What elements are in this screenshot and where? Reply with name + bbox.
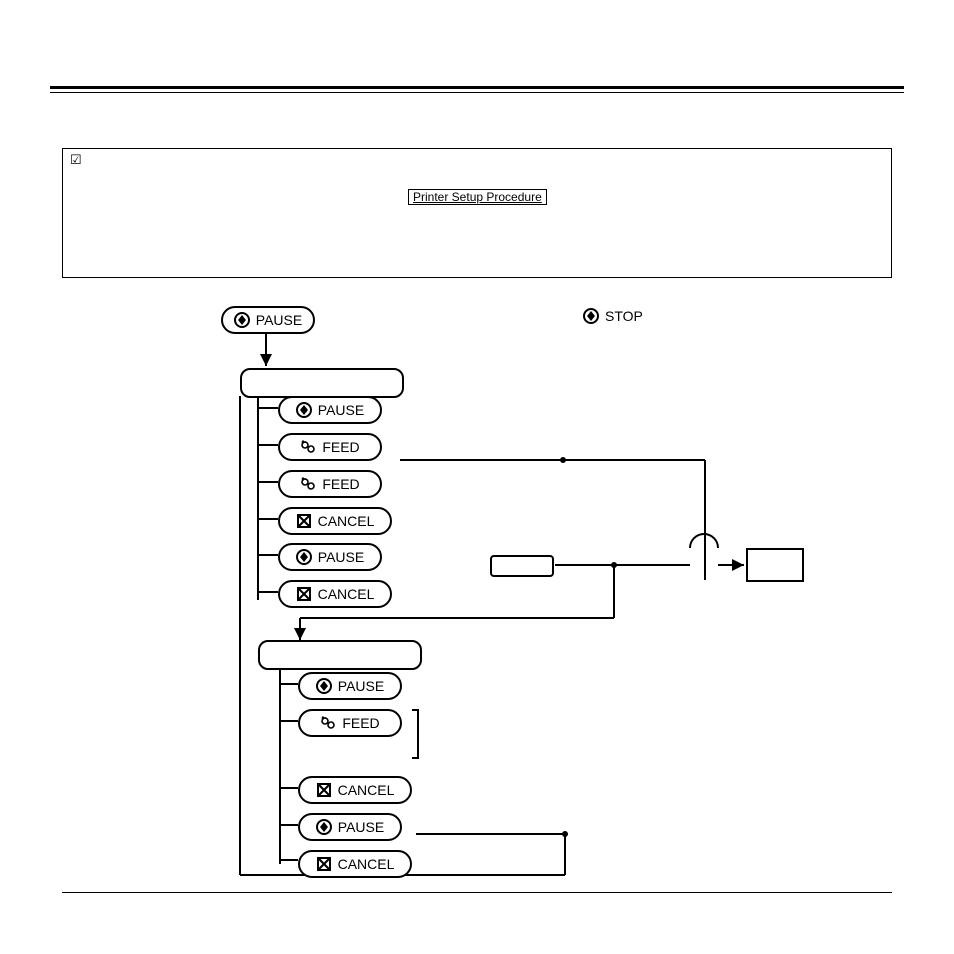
button-label: CANCEL [338,856,395,872]
group1-feed-2[interactable]: FEED [278,470,382,498]
cancel-icon [296,513,312,529]
group2-pause-1[interactable]: PAUSE [298,672,402,700]
button-label: FEED [342,715,379,731]
stop-text: STOP [605,308,643,324]
cancel-icon [316,782,332,798]
button-label: FEED [322,476,359,492]
pause-icon [296,549,312,565]
cancel-icon [316,856,332,872]
stop-icon [583,308,599,324]
pause-button-top[interactable]: PAUSE [221,306,315,334]
connector-lines [0,0,954,954]
bottom-rule [62,892,892,893]
button-label: CANCEL [318,513,375,529]
pause-icon [316,819,332,835]
group2-cancel-1[interactable]: CANCEL [298,776,412,804]
button-label: FEED [322,439,359,455]
pause-icon [234,312,250,328]
button-label: PAUSE [338,819,384,835]
printer-setup-label: Printer Setup Procedure [408,189,547,205]
feed-icon [320,715,336,731]
group1-cancel-1[interactable]: CANCEL [278,507,392,535]
top-rule-thick [50,86,904,89]
button-label: PAUSE [318,402,364,418]
group2-pause-2[interactable]: PAUSE [298,813,402,841]
top-rule-thin [50,92,904,93]
group1-pause-1[interactable]: PAUSE [278,396,382,424]
button-label: CANCEL [318,586,375,602]
group2-heading [258,640,422,670]
pause-icon [296,402,312,418]
button-label: PAUSE [338,678,384,694]
middle-node-left [490,555,554,577]
checkmark-icon: ☑ [70,152,82,168]
group2-feed-1[interactable]: FEED [298,709,402,737]
page: ☑ Printer Setup Procedure [0,0,954,954]
pause-button-label: PAUSE [256,312,302,328]
button-label: PAUSE [318,549,364,565]
middle-node-right [746,548,804,582]
group1-heading [240,368,404,398]
group1-feed-1[interactable]: FEED [278,433,382,461]
group2-cancel-2[interactable]: CANCEL [298,850,412,878]
cancel-icon [296,586,312,602]
stop-label: STOP [583,308,643,324]
group1-cancel-2[interactable]: CANCEL [278,580,392,608]
button-label: CANCEL [338,782,395,798]
group1-pause-2[interactable]: PAUSE [278,543,382,571]
feed-icon [300,439,316,455]
feed-icon [300,476,316,492]
pause-icon [316,678,332,694]
header-note-box [62,148,892,278]
